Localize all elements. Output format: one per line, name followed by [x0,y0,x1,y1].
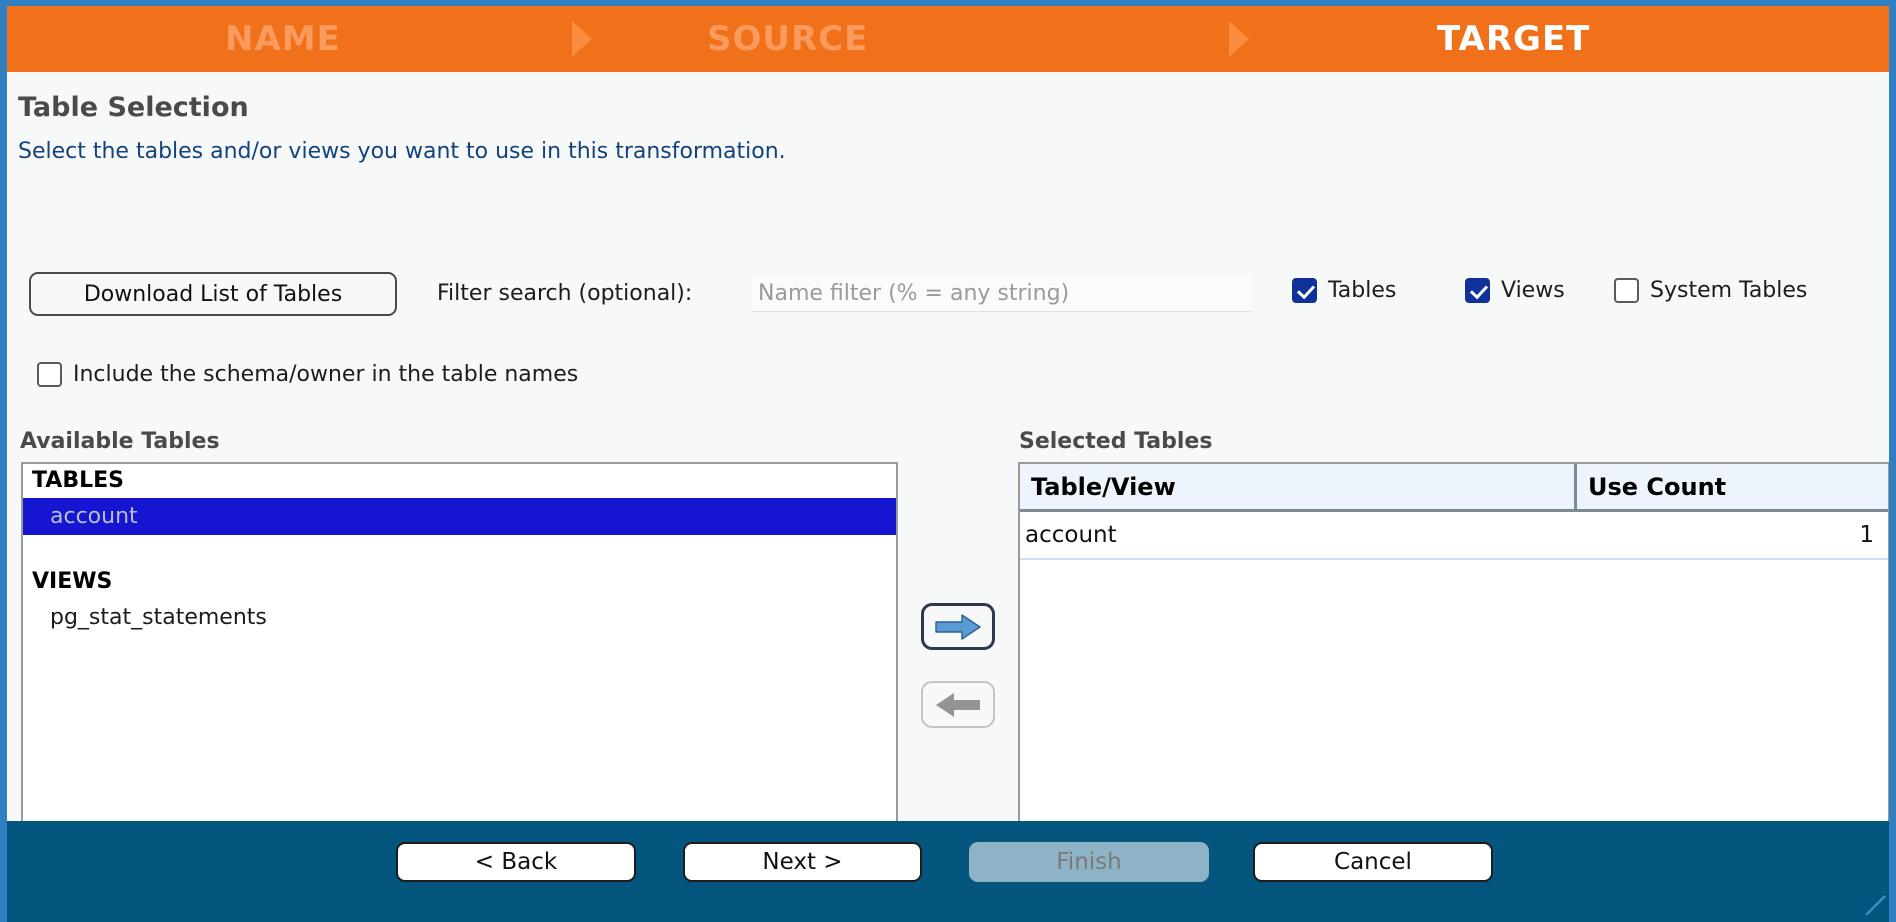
next-button[interactable]: Next > [683,842,922,882]
list-group-header-tables: TABLES [23,464,896,498]
available-tables-label: Available Tables [20,429,220,454]
checkbox-include-schema-box[interactable] [37,362,62,387]
checkbox-tables-label: Tables [1328,278,1396,303]
wizard-footer: < Back Next > Finish Cancel [7,821,1889,922]
cancel-button[interactable]: Cancel [1253,842,1493,882]
filter-search-label: Filter search (optional): [437,281,692,306]
arrow-left-icon [935,691,981,719]
page-subtitle: Select the tables and/or views you want … [18,139,786,164]
list-group-header-views: VIEWS [23,565,896,599]
grid-header-row: Table/View Use Count [1020,464,1888,512]
finish-button: Finish [969,842,1209,882]
selected-tables-grid[interactable]: Table/View Use Count account 1 [1018,462,1889,821]
wizard-window: NAME SOURCE TARGET Table Selection Selec… [0,0,1896,922]
back-button[interactable]: < Back [396,842,636,882]
add-to-selection-button[interactable] [921,603,995,650]
column-header-table-view[interactable]: Table/View [1020,464,1577,509]
wizard-step-source[interactable]: SOURCE [707,19,868,59]
resize-grip[interactable] [1864,898,1886,920]
list-item[interactable]: pg_stat_statements [23,599,896,636]
checkbox-system-tables-label: System Tables [1650,278,1807,303]
remove-from-selection-button[interactable] [921,681,995,728]
checkbox-include-schema-label: Include the schema/owner in the table na… [73,362,578,387]
checkbox-tables-box[interactable] [1292,278,1317,303]
wizard-step-name[interactable]: NAME [225,19,341,59]
page-title: Table Selection [18,92,249,123]
download-list-of-tables-button[interactable]: Download List of Tables [29,272,397,316]
checkbox-system-tables[interactable]: System Tables [1614,278,1807,303]
column-header-use-count[interactable]: Use Count [1577,464,1888,509]
arrow-right-icon [935,613,981,641]
filter-search-input[interactable] [752,276,1252,312]
available-tables-listbox[interactable]: TABLES account VIEWS pg_stat_statements [21,462,898,821]
list-spacer [23,535,896,565]
checkbox-system-tables-box[interactable] [1614,278,1639,303]
list-item[interactable]: account [23,498,896,535]
checkbox-views-box[interactable] [1465,278,1490,303]
checkbox-views[interactable]: Views [1465,278,1565,303]
checkbox-tables[interactable]: Tables [1292,278,1396,303]
wizard-step-target[interactable]: TARGET [1437,19,1590,59]
wizard-step-bar: NAME SOURCE TARGET [7,6,1889,72]
checkbox-views-label: Views [1501,278,1565,303]
wizard-body: Table Selection Select the tables and/or… [7,72,1889,821]
table-row[interactable]: account 1 [1020,512,1888,560]
chevron-right-icon [572,21,592,57]
selected-tables-label: Selected Tables [1019,429,1212,454]
cell-table-view: account [1020,522,1577,548]
checkbox-include-schema[interactable]: Include the schema/owner in the table na… [37,362,578,387]
chevron-right-icon [1229,21,1249,57]
cell-use-count: 1 [1577,522,1888,548]
filter-toolbar: Download List of Tables Filter search (o… [7,272,1889,316]
